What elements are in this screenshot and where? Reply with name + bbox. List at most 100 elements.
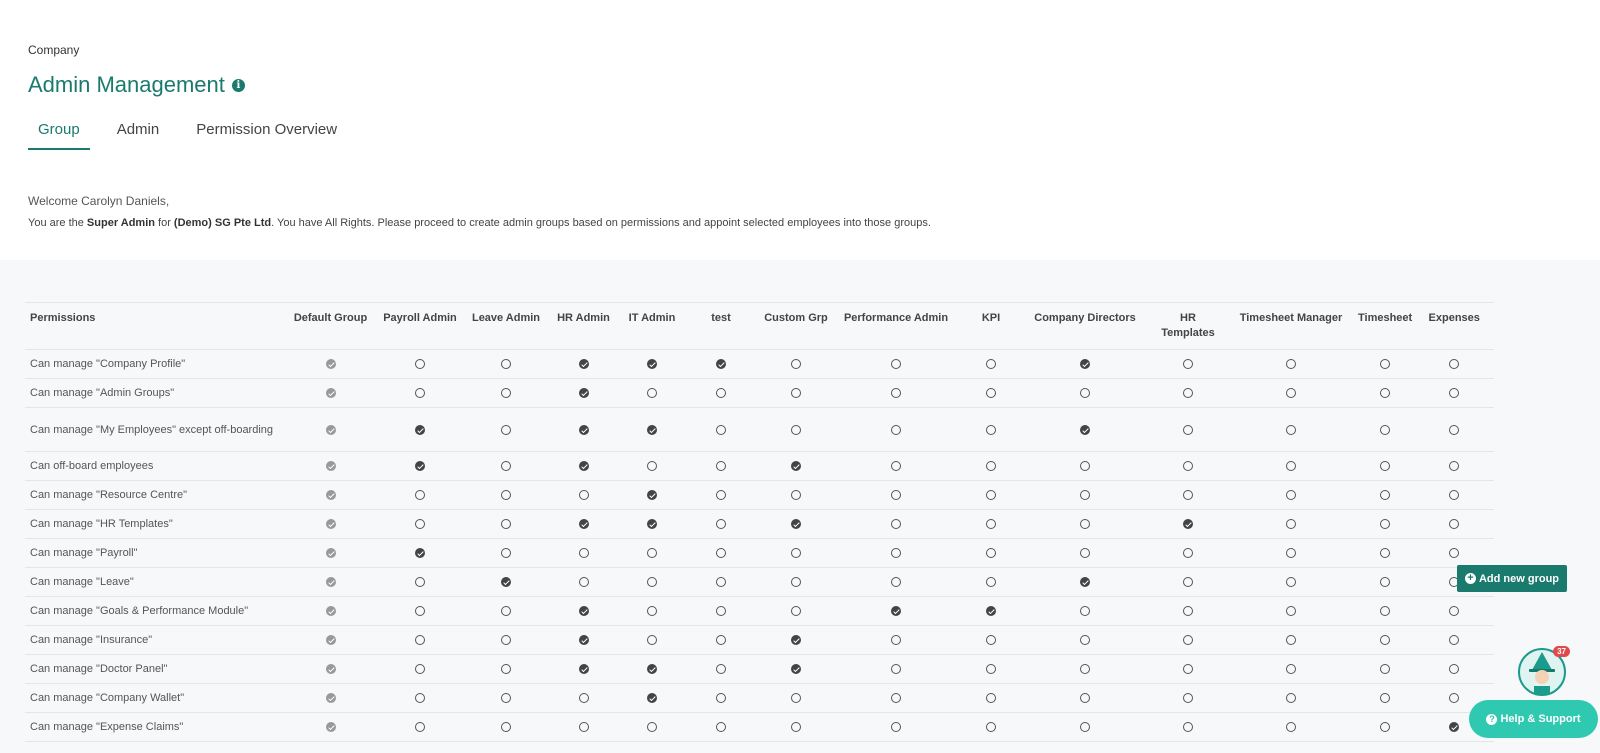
permission-checked-radio[interactable] [501, 577, 511, 588]
permission-radio[interactable] [791, 424, 801, 435]
permission-radio[interactable] [1449, 548, 1460, 559]
permission-radio[interactable] [1380, 461, 1391, 472]
permission-radio[interactable] [986, 461, 996, 472]
permission-radio[interactable] [716, 635, 726, 646]
permission-radio[interactable] [1286, 577, 1296, 588]
permission-radio[interactable] [716, 388, 726, 399]
permission-radio[interactable] [1449, 424, 1460, 435]
permission-radio[interactable] [1286, 424, 1296, 435]
permission-radio[interactable] [1080, 388, 1090, 399]
permission-checked-radio[interactable] [791, 664, 801, 675]
permission-radio[interactable] [1080, 693, 1090, 704]
permission-checked-radio[interactable] [791, 461, 801, 472]
permission-checked-radio[interactable] [891, 606, 901, 617]
breadcrumb[interactable]: Company [28, 43, 79, 57]
permission-radio[interactable] [716, 490, 726, 501]
permission-radio[interactable] [415, 693, 425, 704]
permission-radio[interactable] [1080, 461, 1090, 472]
info-icon[interactable]: i [231, 78, 245, 92]
permission-radio[interactable] [1380, 548, 1391, 559]
permission-checked-radio[interactable] [578, 606, 589, 617]
permission-radio[interactable] [791, 388, 801, 399]
permission-radio[interactable] [791, 490, 801, 501]
permission-radio[interactable] [1080, 606, 1090, 617]
permission-radio[interactable] [501, 606, 511, 617]
permission-radio[interactable] [1380, 424, 1391, 435]
permission-checked-radio[interactable] [578, 519, 589, 530]
permission-radio[interactable] [1080, 490, 1090, 501]
permission-radio[interactable] [501, 388, 511, 399]
permission-radio[interactable] [716, 722, 726, 733]
permission-radio[interactable] [1449, 664, 1460, 675]
permission-radio[interactable] [791, 359, 801, 370]
permission-radio[interactable] [986, 388, 996, 399]
permission-checked-radio[interactable] [647, 664, 657, 675]
permission-radio[interactable] [1080, 664, 1090, 675]
permission-radio[interactable] [891, 490, 901, 501]
permission-radio[interactable] [1449, 359, 1460, 370]
permission-radio[interactable] [891, 664, 901, 675]
permission-radio[interactable] [986, 693, 996, 704]
tab-admin[interactable]: Admin [107, 117, 170, 150]
permission-radio[interactable] [501, 548, 511, 559]
permission-radio[interactable] [415, 722, 425, 733]
permission-radio[interactable] [1380, 606, 1391, 617]
permission-radio[interactable] [1449, 388, 1460, 399]
permission-checked-radio[interactable] [986, 606, 996, 617]
permission-radio[interactable] [578, 548, 589, 559]
permission-radio[interactable] [1286, 664, 1296, 675]
help-support-button[interactable]: ? Help & Support [1469, 700, 1598, 738]
permission-radio[interactable] [716, 577, 726, 588]
permission-radio[interactable] [891, 548, 901, 559]
permission-radio[interactable] [791, 577, 801, 588]
permission-radio[interactable] [501, 664, 511, 675]
permission-radio[interactable] [1380, 359, 1391, 370]
permission-radio[interactable] [647, 548, 657, 559]
permission-checked-radio[interactable] [647, 424, 657, 435]
permission-radio[interactable] [1449, 461, 1460, 472]
permission-radio[interactable] [1183, 635, 1193, 646]
permission-radio[interactable] [716, 461, 726, 472]
permission-radio[interactable] [891, 388, 901, 399]
permission-radio[interactable] [415, 635, 425, 646]
permission-checked-radio[interactable] [1080, 424, 1090, 435]
permission-radio[interactable] [1286, 606, 1296, 617]
permission-radio[interactable] [1080, 635, 1090, 646]
permission-radio[interactable] [1183, 693, 1193, 704]
permission-checked-radio[interactable] [578, 635, 589, 646]
permission-radio[interactable] [1449, 693, 1460, 704]
permission-radio[interactable] [647, 606, 657, 617]
permission-radio[interactable] [791, 606, 801, 617]
add-new-group-button[interactable]: + Add new group [1457, 565, 1567, 592]
permission-radio[interactable] [578, 577, 589, 588]
permission-radio[interactable] [647, 577, 657, 588]
permission-radio[interactable] [791, 693, 801, 704]
permission-radio[interactable] [415, 577, 425, 588]
permission-radio[interactable] [1286, 693, 1296, 704]
permission-checked-radio[interactable] [791, 519, 801, 530]
permission-radio[interactable] [1080, 519, 1090, 530]
permission-radio[interactable] [1286, 722, 1296, 733]
permission-radio[interactable] [647, 722, 657, 733]
permission-radio[interactable] [791, 548, 801, 559]
permission-radio[interactable] [578, 490, 589, 501]
permission-radio[interactable] [578, 693, 589, 704]
permission-checked-radio[interactable] [415, 548, 425, 559]
permission-radio[interactable] [791, 722, 801, 733]
permission-radio[interactable] [1286, 635, 1296, 646]
permission-radio[interactable] [986, 635, 996, 646]
permission-checked-radio[interactable] [415, 424, 425, 435]
permission-radio[interactable] [716, 693, 726, 704]
permission-radio[interactable] [716, 548, 726, 559]
permission-checked-radio[interactable] [578, 424, 589, 435]
permission-radio[interactable] [415, 606, 425, 617]
permission-radio[interactable] [716, 664, 726, 675]
permission-checked-radio[interactable] [647, 693, 657, 704]
permission-checked-radio[interactable] [647, 359, 657, 370]
permission-checked-radio[interactable] [1183, 519, 1193, 530]
permission-radio[interactable] [716, 424, 726, 435]
permission-radio[interactable] [1183, 461, 1193, 472]
permission-radio[interactable] [1183, 664, 1193, 675]
permission-radio[interactable] [1449, 606, 1460, 617]
permission-radio[interactable] [891, 461, 901, 472]
